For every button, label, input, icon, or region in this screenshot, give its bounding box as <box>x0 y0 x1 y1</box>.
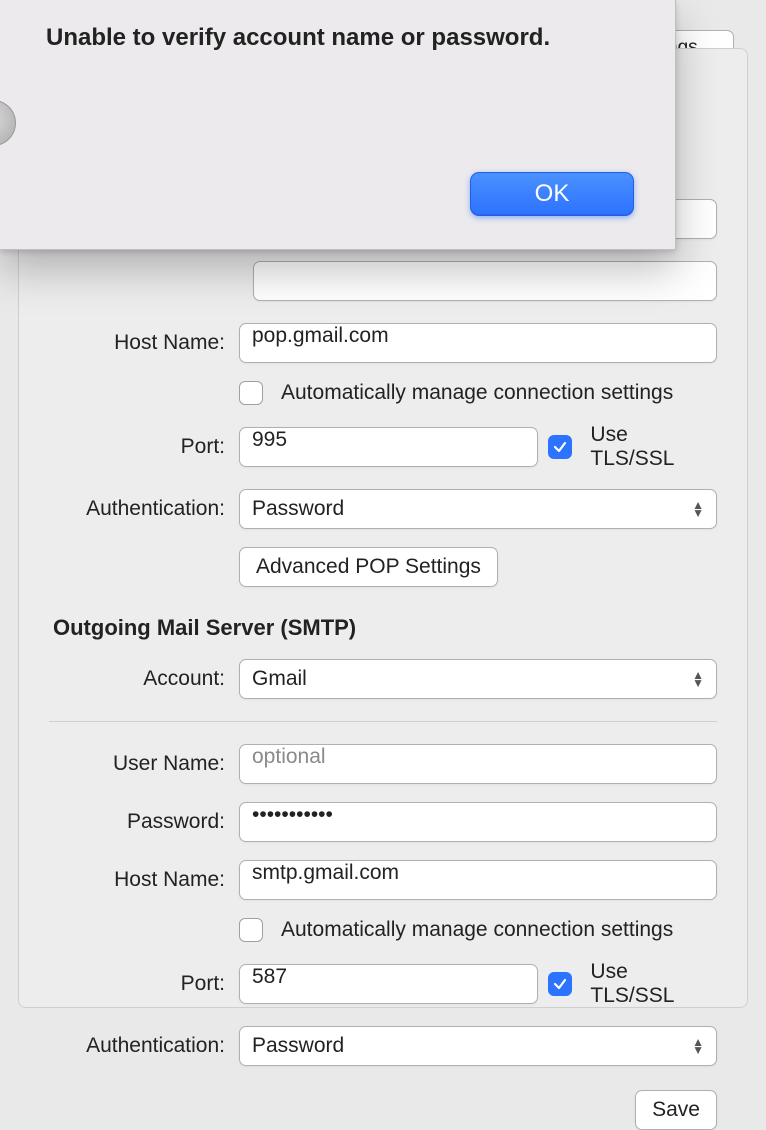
error-sheet: Unable to verify account name or passwor… <box>0 0 676 250</box>
auth-label-incoming: Authentication: <box>49 497 239 521</box>
host-name-label: Host Name: <box>49 331 239 355</box>
smtp-auth-select[interactable]: Password ▲▼ <box>239 1026 717 1066</box>
advanced-pop-button[interactable]: Advanced POP Settings <box>239 547 498 587</box>
smtp-tls-checkbox[interactable] <box>548 972 572 996</box>
gear-icon <box>0 100 16 146</box>
incoming-host-input[interactable]: pop.gmail.com <box>239 323 717 363</box>
incoming-auto-manage-label: Automatically manage connection settings <box>281 381 673 405</box>
smtp-auth-value: Password <box>252 1034 344 1058</box>
port-label-smtp: Port: <box>49 972 239 996</box>
incoming-field-occluded-2[interactable] <box>253 261 717 301</box>
error-title: Unable to verify account name or passwor… <box>46 24 550 52</box>
user-name-label: User Name: <box>49 752 239 776</box>
smtp-account-value: Gmail <box>252 667 307 691</box>
smtp-password-value: ••••••••••• <box>252 803 333 826</box>
smtp-port-input[interactable]: 587 <box>239 964 538 1004</box>
smtp-port-value: 587 <box>252 965 287 988</box>
chevron-updown-icon: ▲▼ <box>692 501 704 517</box>
smtp-section-title: Outgoing Mail Server (SMTP) <box>53 615 717 641</box>
incoming-auth-select[interactable]: Password ▲▼ <box>239 489 717 529</box>
smtp-auto-manage-checkbox[interactable] <box>239 918 263 942</box>
incoming-auto-manage-checkbox[interactable] <box>239 381 263 405</box>
incoming-port-input[interactable]: 995 <box>239 427 538 467</box>
smtp-username-input[interactable]: optional <box>239 744 717 784</box>
password-label: Password: <box>49 810 239 834</box>
chevron-updown-icon: ▲▼ <box>692 671 704 687</box>
divider <box>49 721 717 722</box>
auth-label-smtp: Authentication: <box>49 1034 239 1058</box>
incoming-port-value: 995 <box>252 428 287 451</box>
incoming-host-value: pop.gmail.com <box>252 324 389 347</box>
host-name-label-smtp: Host Name: <box>49 868 239 892</box>
save-button-label: Save <box>652 1098 700 1122</box>
advanced-pop-label: Advanced POP Settings <box>256 555 481 579</box>
incoming-auth-value: Password <box>252 497 344 521</box>
smtp-account-select[interactable]: Gmail ▲▼ <box>239 659 717 699</box>
smtp-auto-manage-label: Automatically manage connection settings <box>281 918 673 942</box>
chevron-updown-icon: ▲▼ <box>692 1038 704 1054</box>
account-label: Account: <box>49 667 239 691</box>
smtp-host-value: smtp.gmail.com <box>252 861 399 884</box>
ok-button-label: OK <box>535 180 570 208</box>
port-label-incoming: Port: <box>49 435 239 459</box>
smtp-password-input[interactable]: ••••••••••• <box>239 802 717 842</box>
incoming-tls-label: Use TLS/SSL <box>590 423 717 471</box>
ok-button[interactable]: OK <box>470 172 634 216</box>
incoming-tls-checkbox[interactable] <box>548 435 572 459</box>
smtp-tls-label: Use TLS/SSL <box>590 960 717 1008</box>
save-button[interactable]: Save <box>635 1090 717 1130</box>
smtp-username-placeholder: optional <box>252 745 326 768</box>
smtp-host-input[interactable]: smtp.gmail.com <box>239 860 717 900</box>
